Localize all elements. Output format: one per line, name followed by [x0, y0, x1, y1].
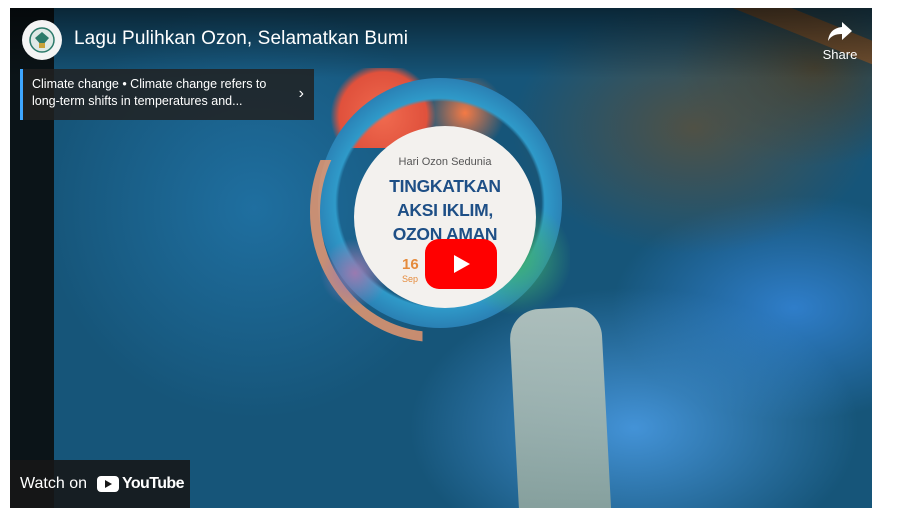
- share-button[interactable]: Share: [816, 20, 864, 64]
- share-arrow-icon: [828, 22, 852, 41]
- headline-line: TINGKATKAN: [389, 176, 501, 196]
- government-emblem-icon: [29, 27, 55, 53]
- info-panel[interactable]: Climate change • Climate change refers t…: [20, 69, 314, 120]
- play-icon: [454, 255, 470, 273]
- badge-headline: TINGKATKAN AKSI IKLIM, OZON AMAN: [354, 174, 536, 246]
- video-title[interactable]: Lagu Pulihkan Ozon, Selamatkan Bumi: [74, 28, 408, 50]
- info-panel-text: Climate change • Climate change refers t…: [32, 77, 267, 108]
- youtube-brand-text: YouTube: [122, 475, 184, 492]
- watch-on-label: Watch on: [20, 475, 87, 492]
- video-player[interactable]: Lagu Pulihkan Ozon, Selamatkan Bumi Shar…: [10, 8, 872, 508]
- ozon-day-badge: Hari Ozon Sedunia TINGKATKAN AKSI IKLIM,…: [310, 68, 570, 342]
- headline-line: AKSI IKLIM,: [397, 200, 493, 220]
- page-margin: [872, 8, 905, 508]
- badge-subtitle: Hari Ozon Sedunia: [398, 156, 492, 168]
- channel-avatar[interactable]: [22, 20, 62, 60]
- badge-date: 16 Sep: [402, 256, 419, 286]
- play-button[interactable]: [425, 239, 497, 289]
- share-label: Share: [822, 47, 858, 62]
- date-day: 16: [402, 256, 419, 273]
- youtube-logo: YouTube: [97, 475, 184, 493]
- youtube-logo-icon: [97, 476, 119, 492]
- watch-on-youtube-button[interactable]: Watch on YouTube: [10, 460, 190, 508]
- chevron-right-icon: ›: [298, 85, 304, 102]
- date-month: Sep: [402, 274, 419, 284]
